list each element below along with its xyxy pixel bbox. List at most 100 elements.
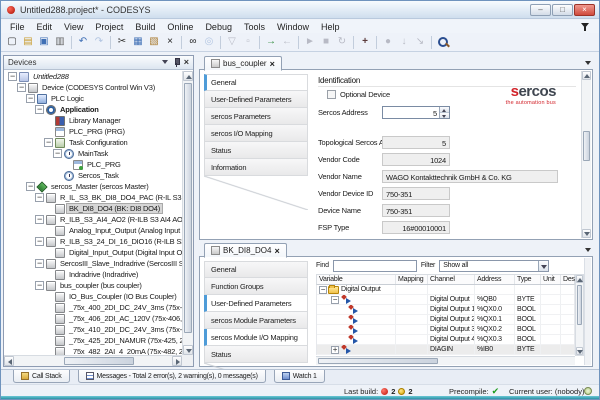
title-bar[interactable]: Untitled288.project* - CODESYS ‒ □ ×: [1, 1, 599, 19]
panel-menu-icon[interactable]: [162, 60, 169, 65]
tree-expander-icon[interactable]: [53, 149, 62, 158]
toolbar-find-icon[interactable]: ∞: [185, 34, 201, 50]
menu-overflow-icon[interactable]: [580, 22, 590, 32]
tree-item[interactable]: sercos_Master (sercos Master): [5, 181, 182, 192]
tree-item[interactable]: SercosIII_Slave_Indradrive (SercosIII Sl…: [5, 258, 182, 269]
toolbar-logout-icon[interactable]: ←: [279, 34, 295, 50]
tab-close-icon[interactable]: ×: [270, 60, 275, 68]
tree-item[interactable]: R_ILB_S3_AI4_AO2 (R-ILB S3 AI4 AO2): [5, 214, 182, 225]
tree-expander-icon[interactable]: [35, 193, 44, 202]
tree-item[interactable]: Library Manager: [5, 115, 182, 126]
toolbar-breakpoint-icon[interactable]: ●: [380, 34, 396, 50]
column-header[interactable]: Unit: [541, 275, 561, 284]
bottom-panel-tab[interactable]: Watch 1: [274, 370, 325, 383]
menu-item[interactable]: Tools: [238, 22, 271, 32]
tree-expander-icon[interactable]: [26, 94, 35, 103]
tree-expander-icon[interactable]: [8, 72, 17, 81]
toolbar-open-project-icon[interactable]: ▤: [20, 34, 36, 50]
category-tab[interactable]: sercos I/O Mapping: [204, 125, 308, 142]
mapping-row[interactable]: Digital Output 1 %QX0.0 BOOL: [317, 305, 574, 315]
mapping-row[interactable]: Digital Output %QB0 BYTE: [317, 295, 574, 305]
tab-list-dropdown-icon[interactable]: [584, 59, 593, 67]
bottom-panel-tab[interactable]: Call Stack: [13, 370, 70, 383]
menu-item[interactable]: Window: [271, 22, 315, 32]
toolbar-stop-icon[interactable]: ■: [318, 34, 334, 50]
menu-item[interactable]: View: [58, 22, 89, 32]
tree-item[interactable]: _75x_400_2DI_DC_24V_3ms (75x-400, 2DI, D…: [5, 302, 182, 313]
menu-item[interactable]: Edit: [31, 22, 59, 32]
row-expander-icon[interactable]: [331, 296, 339, 304]
column-header[interactable]: Mapping: [396, 275, 428, 284]
toolbar-step-over-icon[interactable]: ↘: [412, 34, 428, 50]
tree-item[interactable]: PLC_PRG: [5, 159, 182, 170]
tab-close-icon[interactable]: ×: [274, 247, 279, 255]
tree-item[interactable]: Device (CODESYS Control Win V3): [5, 82, 182, 93]
toolbar-delete-icon[interactable]: ×: [162, 34, 178, 50]
category-tab[interactable]: User-Defined Parameters: [204, 91, 308, 108]
tree-item[interactable]: BK_DI8_DO4 (BK: DI8 DO4): [5, 203, 182, 214]
toolbar-start-icon[interactable]: ►: [302, 34, 318, 50]
toolbar-undo-icon[interactable]: ↶: [75, 34, 91, 50]
maximize-button[interactable]: □: [552, 4, 573, 16]
tree-horizontal-scrollbar[interactable]: [4, 355, 182, 366]
tree-vertical-scrollbar[interactable]: [182, 71, 193, 355]
tree-item[interactable]: PLC Logic: [5, 93, 182, 104]
tree-item[interactable]: Task Configuration: [5, 137, 182, 148]
tree-expander-icon[interactable]: [35, 259, 44, 268]
editor-vertical-scrollbar[interactable]: [581, 71, 591, 238]
row-expander-icon[interactable]: [319, 286, 327, 294]
find-input[interactable]: [333, 260, 417, 272]
category-tab[interactable]: sercos Module I/O Mapping: [204, 329, 308, 346]
tree-item[interactable]: Digital_Input_Output (Digital Input Outp…: [5, 247, 182, 258]
tree-item[interactable]: R_IL_S3_BK_DI8_DO4_PAC (R-IL S3 BK DI8 D…: [5, 192, 182, 203]
toolbar-cut-icon[interactable]: ✂: [114, 34, 130, 50]
filter-combobox[interactable]: Show all: [439, 260, 549, 272]
menu-item[interactable]: Debug: [199, 22, 238, 32]
category-tab[interactable]: Status: [204, 142, 308, 159]
toolbar-redo-icon[interactable]: ↷: [91, 34, 107, 50]
tree-item[interactable]: R_ILB_S3_24_DI_16_DIO16 (R-ILB S3 24 DI …: [5, 236, 182, 247]
column-header[interactable]: Type: [515, 275, 541, 284]
tree-item[interactable]: Application: [5, 104, 182, 115]
menu-item[interactable]: Help: [315, 22, 346, 32]
tree-expander-icon[interactable]: [17, 83, 26, 92]
tree-expander-icon[interactable]: [35, 281, 44, 290]
toolbar-step-into-icon[interactable]: ↓: [396, 34, 412, 50]
tree-item[interactable]: _75x_406_2DI_AC_120V (75x-406, 2DI, AC 1…: [5, 313, 182, 324]
category-tab[interactable]: Status: [204, 346, 308, 363]
category-tab[interactable]: General: [204, 261, 308, 278]
column-header[interactable]: Variable: [317, 275, 396, 284]
column-header[interactable]: Channel: [428, 275, 475, 284]
tree-item[interactable]: bus_coupler (bus coupler): [5, 280, 182, 291]
category-tab[interactable]: sercos Parameters: [204, 108, 308, 125]
combo-dropdown-icon[interactable]: [538, 261, 548, 271]
menu-item[interactable]: File: [4, 22, 31, 32]
row-expander-icon[interactable]: [331, 346, 339, 354]
tab-list-dropdown-icon[interactable]: [584, 246, 593, 254]
tree-item[interactable]: MainTask: [5, 148, 182, 159]
tree-item[interactable]: _75x_482_2AI_4_20mA (75x-482, 2AI, 4-20m…: [5, 346, 182, 355]
category-tab[interactable]: Information: [204, 159, 308, 176]
mapping-row[interactable]: Digital Output 3 %QX0.2 BOOL: [317, 325, 574, 335]
tree-item[interactable]: PLC_PRG (PRG): [5, 126, 182, 137]
tree-expander-icon[interactable]: [35, 215, 44, 224]
sercos-address-input[interactable]: 5: [382, 106, 450, 119]
tree-expander-icon[interactable]: [26, 182, 35, 191]
pin-icon[interactable]: [173, 58, 180, 67]
optional-device-checkbox[interactable]: [327, 90, 336, 99]
mapping-row[interactable]: Digital Output 2 %QX0.1 BOOL: [317, 315, 574, 325]
toolbar-print-icon[interactable]: ▥: [52, 34, 68, 50]
menu-item[interactable]: Build: [129, 22, 161, 32]
menu-item[interactable]: Online: [161, 22, 199, 32]
devices-panel-header[interactable]: Devices ×: [4, 56, 193, 70]
category-tab[interactable]: User-Defined Parameters: [204, 295, 308, 312]
mapping-row[interactable]: DIAGIN %IB0 BYTE: [317, 345, 574, 355]
tree-item[interactable]: Sercos_Task: [5, 170, 182, 181]
table-horizontal-scrollbar[interactable]: [316, 356, 575, 365]
category-tab[interactable]: General: [204, 74, 308, 91]
tab-bk-di8-do4[interactable]: BK_DI8_DO4 ×: [204, 243, 287, 258]
tree-item[interactable]: Analog_Input_Output (Analog Input Output…: [5, 225, 182, 236]
tree-item[interactable]: IO_Bus_Coupler (IO Bus Coupler): [5, 291, 182, 302]
category-tab[interactable]: Function Groups: [204, 278, 308, 295]
toolbar-find-next-icon[interactable]: ◎: [201, 34, 217, 50]
